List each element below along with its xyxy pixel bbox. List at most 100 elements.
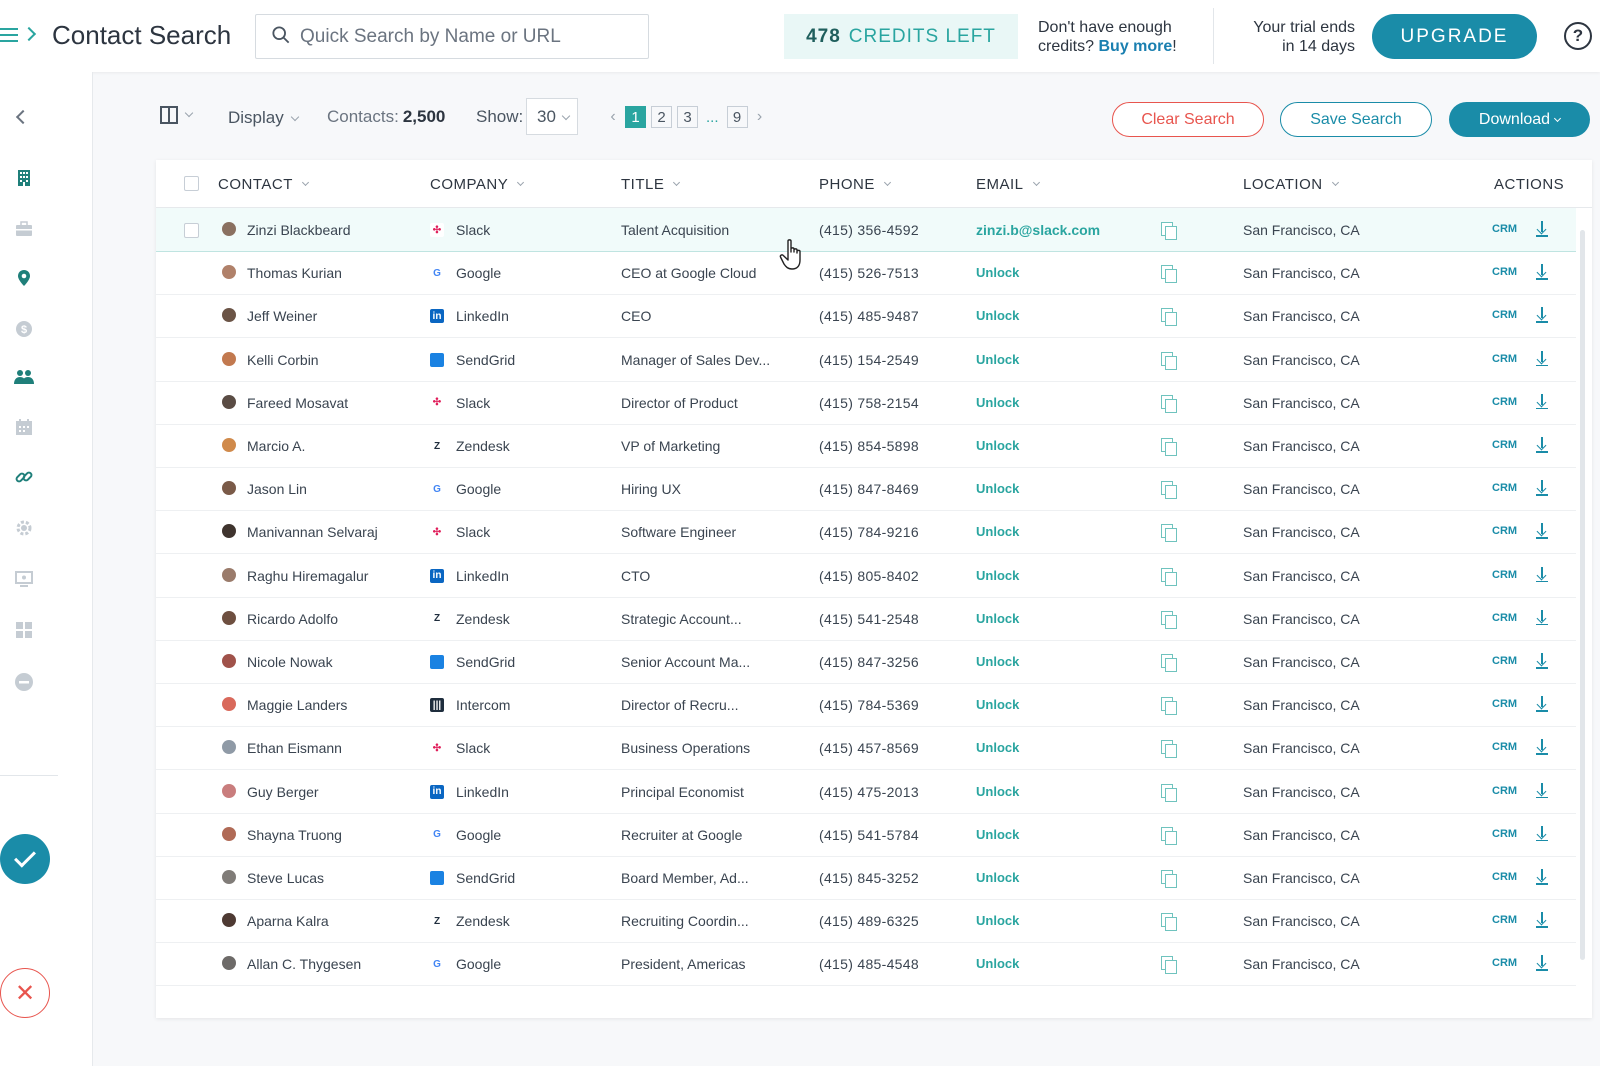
table-scrollbar[interactable] (1580, 230, 1585, 960)
page-size-select[interactable]: 30 (526, 98, 578, 135)
table-row[interactable]: Allan C. Thygesen G Google President, Ameri… (156, 942, 1576, 987)
company-name[interactable]: Slack (456, 524, 490, 540)
contact-name[interactable]: Aparna Kalra (247, 913, 329, 929)
contact-name[interactable]: Steve Lucas (247, 870, 324, 886)
unlock-email-link[interactable]: Unlock (976, 913, 1019, 928)
download-icon[interactable] (1536, 955, 1548, 971)
table-row[interactable]: Manivannan Selvaraj ✣ Slack Software Engine… (156, 510, 1576, 555)
crm-button[interactable]: CRM (1492, 353, 1517, 365)
contact-name[interactable]: Raghu Hiremagalur (247, 568, 368, 584)
select-all-checkbox[interactable] (184, 176, 199, 191)
company-name[interactable]: Google (456, 265, 501, 281)
unlock-email-link[interactable]: Unlock (976, 697, 1019, 712)
download-icon[interactable] (1536, 393, 1548, 410)
contact-name[interactable]: Guy Berger (247, 784, 319, 800)
unlock-email-link[interactable]: Unlock (976, 265, 1019, 280)
company-name[interactable]: Google (456, 956, 501, 972)
download-button[interactable]: Download (1449, 102, 1590, 137)
unlock-email-link[interactable]: Unlock (976, 956, 1019, 971)
download-icon[interactable] (1536, 869, 1548, 885)
contact-name[interactable]: Allan C. Thygesen (247, 956, 361, 972)
company-name[interactable]: Zendesk (456, 438, 510, 454)
grid-icon[interactable] (14, 620, 34, 640)
company-name[interactable]: Zendesk (456, 611, 510, 627)
unlock-email-link[interactable]: Unlock (976, 438, 1019, 453)
company-name[interactable]: Google (456, 481, 501, 497)
unlock-email-link[interactable]: Unlock (976, 481, 1019, 496)
table-row[interactable]: Shayna Truong G Google Recruiter at Google (… (156, 813, 1576, 857)
crm-button[interactable]: CRM (1492, 396, 1517, 408)
unlock-email-link[interactable]: Unlock (976, 740, 1019, 755)
unlock-email-link[interactable]: Unlock (976, 308, 1019, 323)
copy-icon[interactable] (1161, 394, 1177, 413)
table-row[interactable]: Maggie Landers ||| Intercom Director of Rec… (156, 683, 1576, 728)
table-row[interactable]: Steve Lucas SendGrid Board Member, Ad... (4… (156, 856, 1576, 900)
copy-icon[interactable] (1161, 913, 1177, 932)
column-view-toggle[interactable] (160, 106, 202, 126)
table-row[interactable]: Ricardo Adolfo Z Zendesk Strategic Account.… (156, 597, 1576, 641)
unlock-email-link[interactable]: Unlock (976, 352, 1019, 367)
copy-icon[interactable] (1161, 654, 1177, 672)
crm-button[interactable]: CRM (1492, 828, 1517, 840)
buy-more-link[interactable]: Buy more (1098, 38, 1172, 55)
column-title[interactable]: TITLE (621, 176, 681, 193)
table-row[interactable]: Nicole Nowak SendGrid Senior Account Ma...… (156, 640, 1576, 684)
contact-name[interactable]: Jason Lin (247, 481, 307, 497)
screen-icon[interactable] (14, 569, 34, 589)
company-name[interactable]: Zendesk (456, 913, 510, 929)
page-last[interactable]: 9 (726, 106, 748, 128)
copy-icon[interactable] (1161, 265, 1177, 284)
display-dropdown[interactable]: Display (228, 108, 299, 128)
map-pin-icon[interactable] (14, 268, 34, 288)
column-contact[interactable]: CONTACT (218, 176, 309, 193)
download-icon[interactable] (1536, 739, 1548, 755)
contact-name[interactable]: Fareed Mosavat (247, 395, 348, 411)
page-3[interactable]: 3 (677, 106, 698, 128)
contact-name[interactable]: Manivannan Selvaraj (247, 524, 378, 540)
crm-button[interactable]: CRM (1492, 612, 1517, 624)
briefcase-icon[interactable] (14, 219, 34, 239)
collapse-sidebar-icon[interactable] (15, 109, 31, 125)
crm-button[interactable]: CRM (1492, 439, 1517, 451)
dollar-icon[interactable]: $ (14, 319, 34, 339)
copy-icon[interactable] (1161, 524, 1177, 543)
unlock-email-link[interactable]: Unlock (976, 524, 1019, 539)
table-row[interactable]: Guy Berger in LinkedIn Principal Economist (… (156, 770, 1576, 814)
contact-name[interactable]: Kelli Corbin (247, 352, 319, 368)
crm-button[interactable]: CRM (1492, 698, 1517, 710)
copy-icon[interactable] (1161, 610, 1177, 629)
company-name[interactable]: LinkedIn (456, 308, 509, 324)
crm-button[interactable]: CRM (1492, 525, 1517, 537)
table-row[interactable]: Zinzi Blackbeard ✣ Slack Talent Acquisition… (156, 208, 1576, 252)
table-row[interactable]: Aparna Kalra Z Zendesk Recruiting Coordin..… (156, 899, 1576, 944)
table-row[interactable]: Fareed Mosavat ✣ Slack Director of Product (… (156, 381, 1576, 425)
copy-icon[interactable] (1161, 481, 1177, 500)
crm-button[interactable]: CRM (1492, 957, 1517, 969)
crm-button[interactable]: CRM (1492, 785, 1517, 797)
download-icon[interactable] (1536, 696, 1548, 712)
row-checkbox[interactable] (184, 223, 199, 238)
table-row[interactable]: Marcio A. Z Zendesk VP of Marketing (415) 85… (156, 424, 1576, 468)
download-icon[interactable] (1536, 480, 1548, 496)
next-page-icon[interactable]: › (753, 107, 767, 127)
download-icon[interactable] (1536, 221, 1548, 237)
column-email[interactable]: EMAIL (976, 176, 1040, 193)
company-name[interactable]: Slack (456, 395, 490, 411)
unlock-email-link[interactable]: Unlock (976, 395, 1019, 410)
quick-search[interactable] (255, 14, 649, 59)
menu-toggle-button[interactable] (0, 26, 37, 48)
contact-name[interactable]: Nicole Nowak (247, 654, 333, 670)
page-2[interactable]: 2 (651, 106, 672, 128)
search-input[interactable] (300, 24, 630, 50)
contact-name[interactable]: Ethan Eismann (247, 740, 342, 756)
unlock-email-link[interactable]: Unlock (976, 611, 1019, 626)
table-row[interactable]: Jason Lin G Google Hiring UX (415) 847-8469 U… (156, 467, 1576, 512)
copy-icon[interactable] (1161, 870, 1177, 888)
link-icon[interactable] (14, 467, 34, 487)
table-row[interactable]: Kelli Corbin SendGrid Manager of Sales Dev… (156, 338, 1576, 382)
crm-button[interactable]: CRM (1492, 223, 1517, 235)
contact-email[interactable]: zinzi.b@slack.com (976, 222, 1100, 238)
people-icon[interactable] (14, 367, 34, 387)
download-icon[interactable] (1536, 609, 1548, 626)
crm-button[interactable]: CRM (1492, 914, 1517, 926)
